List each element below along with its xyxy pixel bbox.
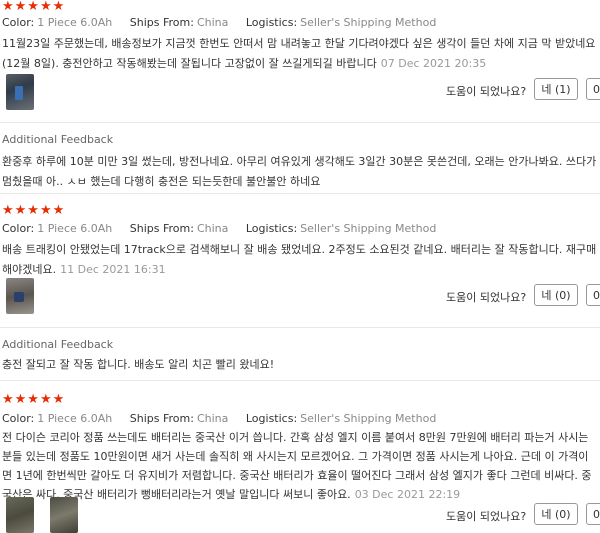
helpful-no-button[interactable]: 0	[586, 503, 600, 525]
review-photo-thumbnail[interactable]	[50, 497, 78, 533]
star-rating: ★★★★★	[2, 392, 66, 407]
divider	[0, 193, 600, 194]
review-photo-thumbnail[interactable]	[6, 74, 34, 110]
logistics-label: Logistics:	[245, 16, 298, 29]
ships-from-label: Ships From:	[129, 16, 194, 29]
helpful-question: 도움이 되었나요?	[446, 85, 527, 98]
review-date: 11 Dec 2021 16:31	[60, 263, 166, 276]
ships-from-value: China	[196, 16, 229, 29]
divider	[0, 122, 600, 123]
review-meta: Color: 1 Piece 6.0Ah Ships From: China Log…	[2, 16, 436, 30]
ships-from-label: Ships From:	[129, 412, 194, 425]
additional-feedback-text: 충전 잘되고 잘 작동 합니다. 배송도 알리 치곤 빨리 왔네요!	[2, 358, 275, 371]
logistics-value: Seller's Shipping Method	[300, 16, 437, 29]
star-rating: ★★★★★	[2, 0, 66, 14]
color-value: 1 Piece 6.0Ah	[37, 222, 113, 235]
helpful-yes-button[interactable]: 네 (0)	[534, 284, 578, 306]
color-label: Color:	[2, 412, 35, 425]
color-value: 1 Piece 6.0Ah	[37, 412, 113, 425]
helpful-question: 도움이 되었나요?	[446, 291, 527, 304]
review-date: 07 Dec 2021 20:35	[380, 57, 487, 70]
helpful-no-button[interactable]: 0	[586, 284, 600, 306]
divider	[0, 327, 600, 328]
ships-from-label: Ships From:	[129, 222, 194, 235]
ships-from-value: China	[196, 222, 229, 235]
additional-feedback-title: Additional Feedback	[2, 338, 114, 351]
review-text: 전 다이슨 코리아 정품 쓰는데도 배터리는 중국산 이거 씁니다. 간혹 삼성…	[2, 428, 598, 504]
review-text: 배송 트래킹이 안됐었는데 17track으로 검색해보니 잘 배송 됐었네요.…	[2, 240, 598, 280]
additional-feedback-text: 환중후 하루에 10분 미만 3일 썼는데, 방전나네요. 아무리 여유있게 생…	[2, 155, 597, 188]
color-value: 1 Piece 6.0Ah	[37, 16, 113, 29]
helpful-yes-button[interactable]: 네 (0)	[534, 503, 578, 525]
color-label: Color:	[2, 222, 35, 235]
review-photo-thumbnail[interactable]	[6, 278, 34, 314]
logistics-value: Seller's Shipping Method	[300, 222, 437, 235]
helpful-question: 도움이 되었나요?	[446, 510, 527, 523]
color-label: Color:	[2, 16, 35, 29]
review-meta: Color: 1 Piece 6.0Ah Ships From: China Log…	[2, 222, 436, 236]
review-photo-thumbnail[interactable]	[6, 497, 34, 533]
additional-feedback-title: Additional Feedback	[2, 133, 114, 146]
review-body: 11월23일 주문했는데, 배송정보가 지금껏 한번도 안떠서 맘 내려놓고 한…	[2, 37, 596, 70]
ships-from-value: China	[196, 412, 229, 425]
logistics-label: Logistics:	[245, 412, 298, 425]
logistics-label: Logistics:	[245, 222, 298, 235]
helpful-no-button[interactable]: 0	[586, 78, 600, 100]
review-meta: Color: 1 Piece 6.0Ah Ships From: China Log…	[2, 412, 436, 426]
helpful-yes-button[interactable]: 네 (1)	[534, 78, 578, 100]
logistics-value: Seller's Shipping Method	[300, 412, 437, 425]
review-date: 03 Dec 2021 22:19	[354, 488, 461, 501]
review-body: 전 다이슨 코리아 정품 쓰는데도 배터리는 중국산 이거 씁니다. 간혹 삼성…	[2, 431, 592, 501]
star-rating: ★★★★★	[2, 203, 66, 218]
divider	[0, 380, 600, 381]
review-text: 11월23일 주문했는데, 배송정보가 지금껏 한번도 안떠서 맘 내려놓고 한…	[2, 34, 598, 74]
